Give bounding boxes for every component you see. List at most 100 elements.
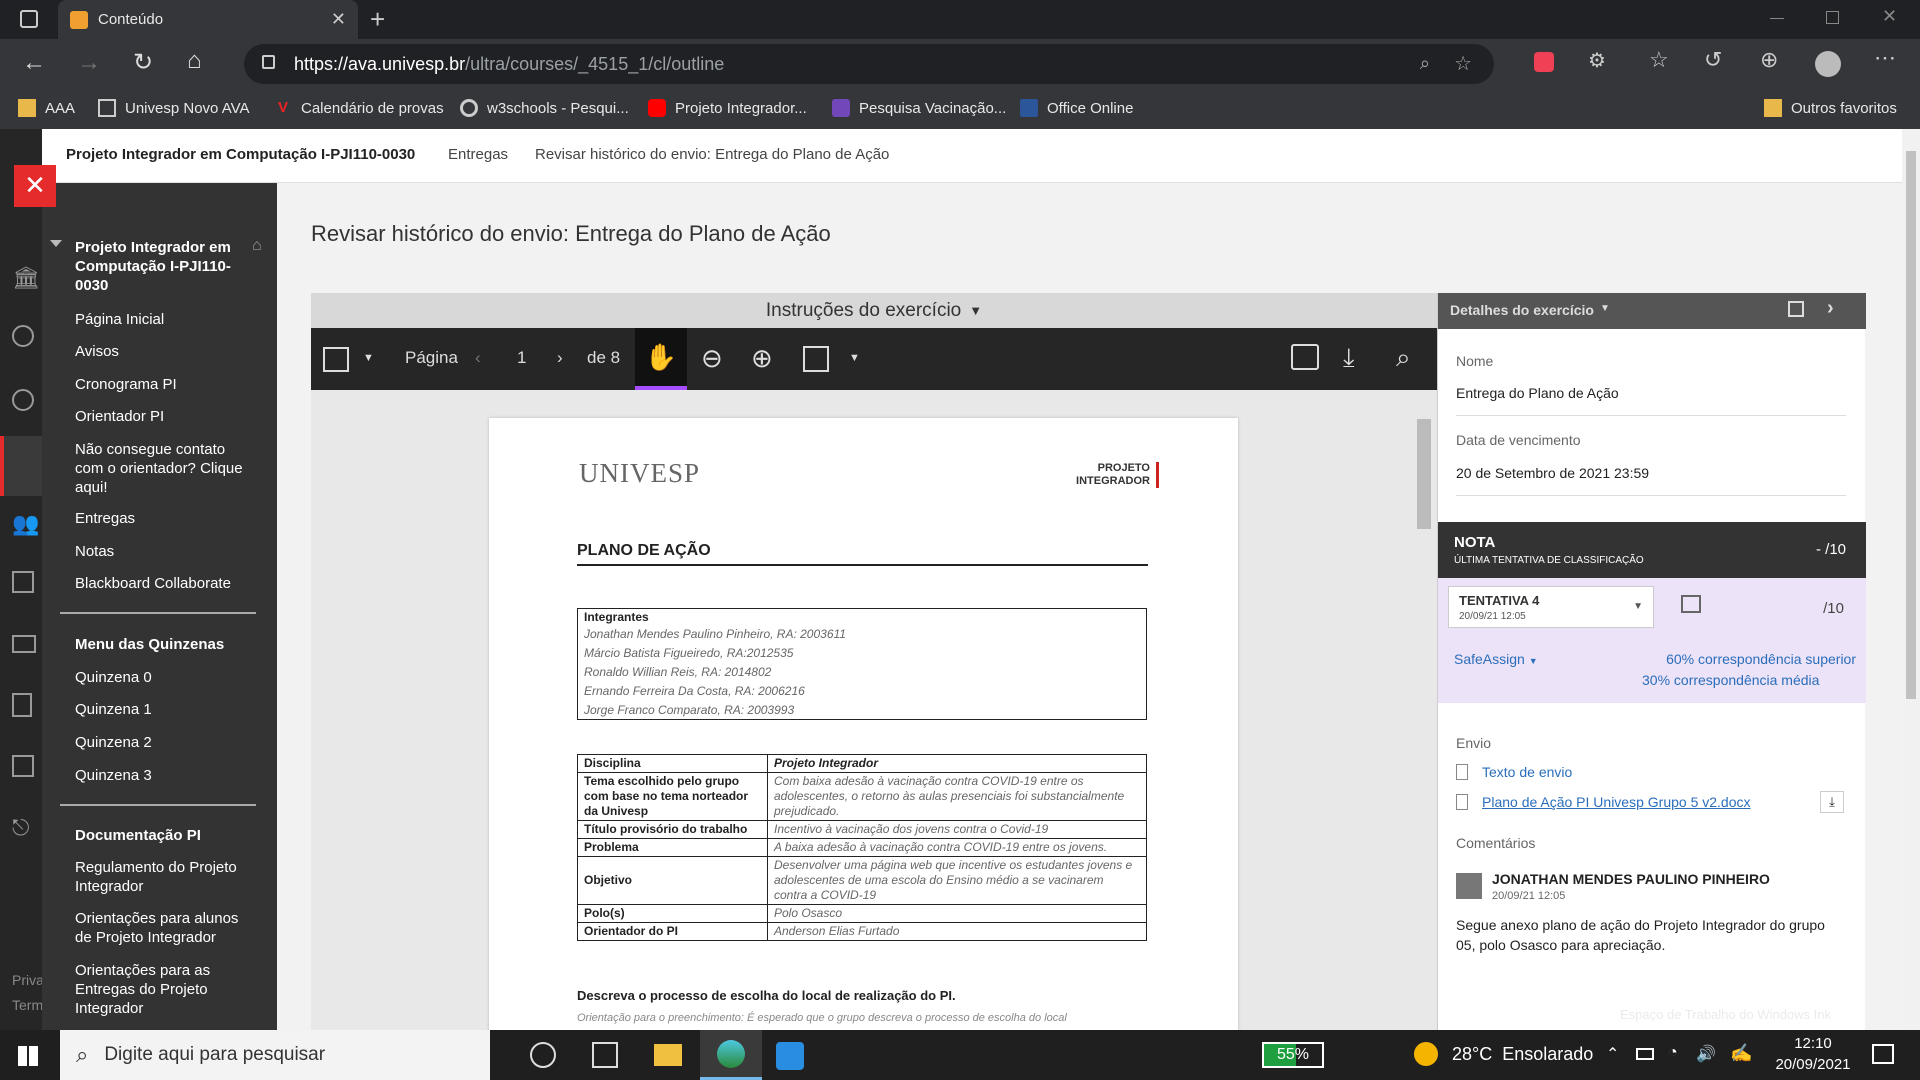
bookmark-calendario[interactable]: V Calendário de provas — [274, 99, 444, 117]
extensions-icon[interactable]: ⚙ — [1588, 48, 1606, 73]
collapse-arrow-icon[interactable] — [50, 240, 62, 247]
sidebar-item-notas[interactable]: Notas — [75, 542, 114, 561]
details-header[interactable]: Detalhes do exercício ▼ › — [1438, 293, 1866, 329]
start-icon[interactable] — [18, 1046, 38, 1066]
wifi-icon[interactable]: ◔ — [1668, 1044, 1678, 1062]
sidebar-item-contato[interactable]: Não consegue contato com o orientador? C… — [75, 440, 255, 497]
sidebar-item-orientador[interactable]: Orientador PI — [75, 407, 164, 426]
bookmark-projeto-integrador[interactable]: Projeto Integrador... — [648, 99, 807, 117]
courses-icon[interactable] — [0, 436, 42, 496]
bookmark-w3schools[interactable]: w3schools - Pesqui... — [460, 99, 629, 117]
close-window-icon[interactable]: ✕ — [1882, 6, 1897, 27]
minimize-icon[interactable] — [1770, 18, 1784, 19]
sidebar-item-quinzena-0[interactable]: Quinzena 0 — [75, 668, 152, 687]
breadcrumb-entregas[interactable]: Entregas — [448, 146, 508, 163]
submission-file-link[interactable]: Plano de Ação PI Univesp Grupo 5 v2.docx — [1482, 794, 1751, 810]
sidebar-item-regulamento[interactable]: Regulamento do Projeto Integrador — [75, 858, 255, 896]
rubric-icon[interactable] — [1681, 595, 1701, 613]
tab-actions-icon[interactable] — [20, 10, 38, 28]
sidebar-item-pagina-inicial[interactable]: Página Inicial — [75, 310, 164, 329]
pdf-scrollbar[interactable] — [1417, 419, 1431, 529]
favorites-icon[interactable]: ☆ — [1649, 47, 1669, 73]
instructions-toggle[interactable]: Instruções do exercício ▼ — [311, 293, 1437, 328]
new-tab-icon[interactable]: + — [370, 4, 385, 35]
add-favorite-icon[interactable]: ☆ — [1454, 51, 1472, 76]
messages-icon[interactable] — [12, 635, 36, 653]
address-bar[interactable]: https://ava.univesp.br/ultra/courses/_45… — [244, 44, 1494, 84]
close-tab-icon[interactable]: ✕ — [331, 9, 346, 30]
weather-icon[interactable] — [1414, 1042, 1438, 1066]
close-panel-button[interactable]: ✕ — [14, 165, 56, 207]
sidebar-toggle-icon[interactable] — [323, 347, 349, 372]
pan-hand-icon[interactable]: ✋ — [635, 328, 687, 390]
breadcrumb-course[interactable]: Projeto Integrador em Computação I-PJI11… — [66, 146, 415, 163]
sidebar-item-quinzena-2[interactable]: Quinzena 2 — [75, 733, 152, 752]
collections-icon[interactable]: ⊕ — [1760, 47, 1778, 73]
safeassign-toggle[interactable]: SafeAssign ▼ — [1454, 651, 1538, 667]
weather-text[interactable]: 28°C Ensolarado — [1452, 1044, 1593, 1065]
profile-avatar[interactable] — [1815, 51, 1841, 77]
privacy-link[interactable]: Priva — [12, 972, 44, 988]
home-icon[interactable]: ⌂ — [187, 47, 202, 75]
vscode-icon[interactable] — [776, 1042, 804, 1070]
fullscreen-icon[interactable] — [1788, 301, 1804, 317]
download-icon[interactable]: ⤓ — [1343, 342, 1355, 374]
maximize-icon[interactable] — [1826, 11, 1839, 24]
notifications-icon[interactable] — [1872, 1044, 1894, 1064]
institution-icon[interactable]: 🏛 — [12, 265, 40, 291]
sidebar-item-orientacoes-entregas[interactable]: Orientações para as Entregas do Projeto … — [75, 961, 255, 1018]
sidebar-item-quinzena-3[interactable]: Quinzena 3 — [75, 766, 152, 785]
bookmark-outros[interactable]: Outros favoritos — [1764, 99, 1897, 117]
sidebar-item-cronograma[interactable]: Cronograma PI — [75, 375, 177, 394]
groups-icon[interactable]: 👥 — [12, 511, 39, 537]
grades-icon[interactable] — [12, 693, 32, 717]
next-page-icon[interactable]: › — [557, 348, 563, 368]
scroll-thumb[interactable] — [1906, 151, 1916, 699]
edge-icon[interactable] — [700, 1030, 762, 1080]
refresh-icon[interactable]: ↻ — [133, 48, 153, 77]
match-medium[interactable]: 30% correspondência média — [1642, 672, 1819, 688]
bookmark-pesquisa[interactable]: Pesquisa Vacinação... — [832, 99, 1006, 117]
profile-icon[interactable] — [12, 325, 34, 347]
history-icon[interactable]: ↺ — [1704, 47, 1722, 73]
tools-icon[interactable] — [12, 755, 34, 777]
fit-menu-icon[interactable]: ▼ — [849, 352, 860, 364]
match-high[interactable]: 60% correspondência superior — [1666, 651, 1856, 667]
tray-arrow-icon[interactable]: ⌃ — [1606, 1044, 1619, 1064]
battery-indicator[interactable]: 55% — [1262, 1042, 1324, 1068]
sidebar-course-title[interactable]: Projeto Integrador em Computação I-PJI11… — [75, 238, 245, 295]
pen-icon[interactable]: ✍ — [1730, 1043, 1752, 1064]
signout-icon[interactable]: ⎋ — [12, 815, 29, 841]
text-submission-link[interactable]: Texto de envio — [1482, 764, 1572, 780]
sidebar-item-quinzena-1[interactable]: Quinzena 1 — [75, 700, 152, 719]
sidebar-item-entregas[interactable]: Entregas — [75, 509, 135, 528]
taskbar-search-input[interactable]: ⌕ Digite aqui para pesquisar — [60, 1030, 490, 1080]
volume-icon[interactable]: 🔊 — [1696, 1044, 1716, 1064]
store-icon[interactable] — [592, 1042, 618, 1068]
zoom-in-icon[interactable]: ⊕ — [751, 343, 773, 374]
prev-page-icon[interactable]: ‹ — [475, 348, 481, 368]
bookmark-univesp-ava[interactable]: Univesp Novo AVA — [98, 99, 250, 117]
pocket-icon[interactable] — [1534, 52, 1554, 72]
attempt-select[interactable]: TENTATIVA 4 20/09/21 12:05 ▼ — [1448, 586, 1654, 628]
bookmark-aaa[interactable]: AAA — [18, 99, 75, 117]
power-icon[interactable] — [1636, 1048, 1654, 1060]
terms-link[interactable]: Term — [12, 997, 43, 1013]
sidebar-item-collaborate[interactable]: Blackboard Collaborate — [75, 574, 231, 593]
back-icon[interactable]: ← — [22, 49, 46, 77]
sidebar-menu-icon[interactable]: ▼ — [363, 352, 374, 364]
clock-time[interactable]: 12:10 — [1778, 1035, 1848, 1052]
print-icon[interactable] — [1291, 344, 1319, 370]
forward-icon[interactable]: → — [77, 49, 101, 77]
calendar-icon[interactable] — [12, 571, 34, 593]
bookmark-office[interactable]: Office Online — [1020, 99, 1133, 117]
fit-page-icon[interactable] — [803, 346, 829, 372]
globe-icon[interactable] — [12, 389, 34, 411]
sidebar-item-avisos[interactable]: Avisos — [75, 342, 119, 361]
cortana-icon[interactable] — [530, 1042, 556, 1068]
zoom-icon[interactable]: ⌕ — [1420, 53, 1430, 74]
sidebar-item-orientacoes-alunos[interactable]: Orientações para alunos de Projeto Integ… — [75, 909, 255, 947]
explorer-icon[interactable] — [654, 1044, 682, 1066]
chevron-right-icon[interactable]: › — [1827, 297, 1834, 320]
search-icon[interactable]: ⌕ — [1396, 342, 1411, 374]
